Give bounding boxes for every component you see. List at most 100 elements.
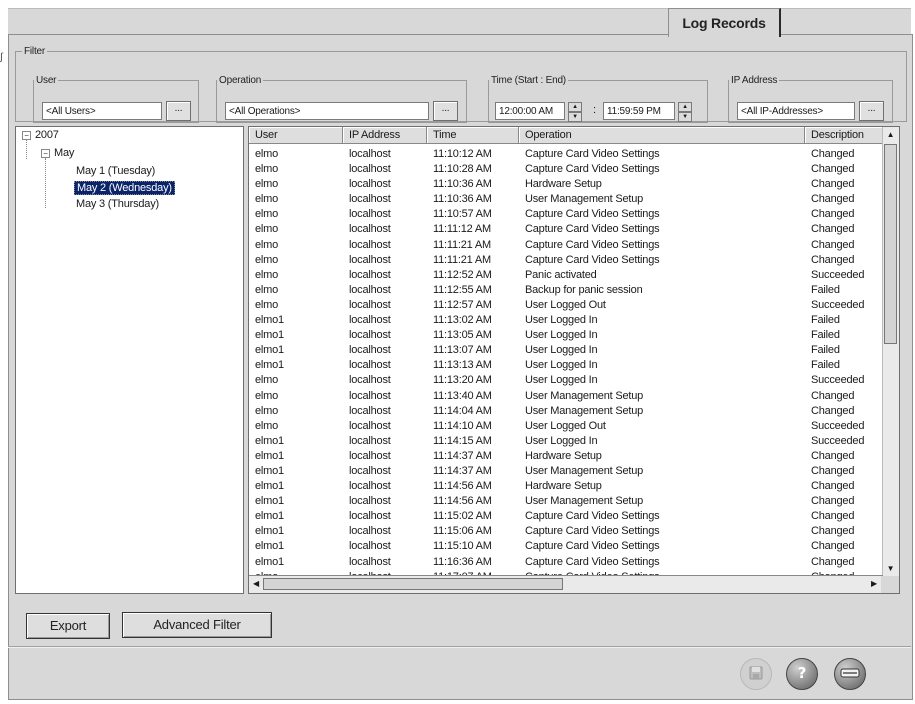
cell-operation: User Logged Out <box>525 419 606 432</box>
cell-user: elmo <box>255 389 279 402</box>
table-row[interactable]: elmo1 localhost 11:14:37 AM User Management… <box>249 464 881 479</box>
table-row[interactable]: elmo localhost 11:14:04 AM User Management … <box>249 404 881 419</box>
cell-description: Changed <box>811 510 855 523</box>
column-header-operation[interactable]: Operation <box>519 127 805 144</box>
cell-ip: localhost <box>349 510 391 523</box>
horizontal-scroll-thumb[interactable] <box>263 578 563 590</box>
ip-browse-button[interactable]: ... <box>859 101 884 121</box>
table-row[interactable]: elmo1 localhost 11:14:56 AM Hardware Setup C… <box>249 479 881 494</box>
table-row[interactable]: elmo localhost 11:12:55 AM Backup for panic… <box>249 283 881 298</box>
table-row[interactable]: elmo1 localhost 11:14:37 AM Hardware Setup C… <box>249 449 881 464</box>
table-row[interactable]: elmo localhost 11:10:28 AM Capture Card Vid… <box>249 162 881 177</box>
tree-node-day-selected[interactable]: May 2 (Wednesday) <box>74 181 175 195</box>
ip-combo[interactable]: <All IP-Addresses> <box>737 102 855 120</box>
table-row[interactable]: elmo localhost 11:10:57 AM Capture Card Vid… <box>249 207 881 222</box>
table-row[interactable]: elmo1 localhost 11:15:02 AM Capture Card Vi… <box>249 509 881 524</box>
table-row[interactable]: elmo1 localhost 11:14:15 AM User Logged In S… <box>249 434 881 449</box>
operation-combo[interactable]: <All Operations> <box>225 102 429 120</box>
cell-operation: Backup for panic session <box>525 283 643 296</box>
ip-filter: IP Address <All IP-Addresses> ... <box>728 75 893 123</box>
table-row[interactable]: elmo localhost 11:10:36 AM User Management … <box>249 192 881 207</box>
scroll-up-icon[interactable]: ▲ <box>884 127 897 143</box>
help-button[interactable]: ? <box>786 658 818 690</box>
cell-operation: Capture Card Video Settings <box>525 555 660 568</box>
cell-description: Changed <box>811 208 855 221</box>
cell-ip: localhost <box>349 193 391 206</box>
user-combo[interactable]: <All Users> <box>42 102 162 120</box>
horizontal-scrollbar[interactable]: ◀ ▶ <box>249 575 883 593</box>
column-header-ip[interactable]: IP Address <box>343 127 427 144</box>
tab-log-records[interactable]: Log Records <box>668 8 781 37</box>
start-time-spinner[interactable]: ▲ ▼ <box>568 102 582 122</box>
cell-time: 11:15:06 AM <box>433 525 492 538</box>
cell-user: elmo <box>255 419 279 432</box>
spin-up-icon[interactable]: ▲ <box>678 102 692 112</box>
table-row[interactable]: elmo1 localhost 11:15:06 AM Capture Card Vi… <box>249 524 881 539</box>
operation-browse-button[interactable]: ... <box>433 101 458 121</box>
spin-down-icon[interactable]: ▼ <box>568 112 582 122</box>
cell-operation: Capture Card Video Settings <box>525 253 660 266</box>
cell-user: elmo <box>255 148 279 160</box>
table-row[interactable]: elmo1 localhost 11:13:13 AM User Logged In F… <box>249 358 881 373</box>
cell-operation: User Logged In <box>525 344 598 357</box>
table-row[interactable]: elmo localhost 11:12:52 AM Panic activated S… <box>249 268 881 283</box>
table-row[interactable]: elmo localhost 11:12:57 AM User Logged Out S… <box>249 298 881 313</box>
table-row[interactable]: elmo localhost 11:13:20 AM User Logged In Su… <box>249 373 881 388</box>
table-row[interactable]: elmo localhost 11:11:21 AM Capture Card Vid… <box>249 253 881 268</box>
collapse-icon[interactable]: − <box>22 130 31 140</box>
end-time-spinner[interactable]: ▲ ▼ <box>678 102 692 122</box>
export-button[interactable]: Export <box>26 613 110 639</box>
cell-user: elmo <box>255 208 279 221</box>
cell-description: Changed <box>811 404 855 417</box>
table-row[interactable]: elmo1 localhost 11:15:10 AM Capture Card Vi… <box>249 539 881 554</box>
cell-time: 11:12:55 AM <box>433 283 492 296</box>
table-row[interactable]: elmo1 localhost 11:13:05 AM User Logged In F… <box>249 328 881 343</box>
spin-down-icon[interactable]: ▼ <box>678 112 692 122</box>
vertical-scroll-thumb[interactable] <box>884 144 897 344</box>
end-time-field[interactable]: 11:59:59 PM <box>603 102 675 120</box>
column-header-time[interactable]: Time <box>427 127 519 144</box>
collapse-icon[interactable]: − <box>41 148 50 158</box>
scroll-down-icon[interactable]: ▼ <box>884 561 897 577</box>
table-row[interactable]: elmo1 localhost 11:13:02 AM User Logged In F… <box>249 313 881 328</box>
log-records-grid: User IP Address Time Operation Descripti… <box>248 126 900 594</box>
cell-description: Changed <box>811 148 855 160</box>
user-browse-button[interactable]: ... <box>166 101 191 121</box>
table-row[interactable]: elmo1 localhost 11:16:36 AM Capture Card Vi… <box>249 555 881 570</box>
table-row[interactable]: elmo localhost 11:11:12 AM Capture Card Vid… <box>249 222 881 237</box>
column-header-user[interactable]: User <box>249 127 343 144</box>
scroll-right-icon[interactable]: ▶ <box>867 577 881 591</box>
tree-node-month[interactable]: − May <box>41 147 74 159</box>
table-row[interactable]: elmo localhost 11:10:12 AM Capture Card Vid… <box>249 147 881 162</box>
table-row[interactable]: elmo localhost 11:13:40 AM User Management … <box>249 389 881 404</box>
exit-button[interactable] <box>834 658 866 690</box>
table-row[interactable]: elmo localhost 11:11:21 AM Capture Card Vid… <box>249 238 881 253</box>
cell-ip: localhost <box>349 283 391 296</box>
save-button[interactable] <box>740 658 772 690</box>
vertical-scrollbar[interactable]: ▲ ▼ <box>882 127 899 577</box>
tree-node-day[interactable]: May 1 (Tuesday) <box>76 165 155 177</box>
table-row[interactable]: elmo1 localhost 11:14:56 AM User Management… <box>249 494 881 509</box>
table-row[interactable]: elmo localhost 11:10:36 AM Hardware Setup Ch… <box>249 177 881 192</box>
tree-node-year[interactable]: − 2007 <box>22 129 59 141</box>
cell-operation: User Logged In <box>525 329 598 342</box>
cell-operation: User Management Setup <box>525 464 644 477</box>
start-time-field[interactable]: 12:00:00 AM <box>495 102 565 120</box>
cell-time: 11:14:56 AM <box>433 480 492 493</box>
cell-ip: localhost <box>349 178 391 191</box>
cell-operation: Capture Card Video Settings <box>525 208 660 221</box>
column-header-description[interactable]: Description <box>805 127 885 144</box>
advanced-filter-button[interactable]: Advanced Filter <box>122 612 272 638</box>
table-row[interactable]: elmo1 localhost 11:13:07 AM User Logged In F… <box>249 343 881 358</box>
tree-node-day[interactable]: May 3 (Thursday) <box>76 198 159 210</box>
cell-ip: localhost <box>349 268 391 281</box>
date-tree: − 2007 − May May 1 (Tuesday) May 2 (Wedn… <box>15 126 244 594</box>
cell-operation: Hardware Setup <box>525 178 602 191</box>
cell-ip: localhost <box>349 344 391 357</box>
scroll-left-icon[interactable]: ◀ <box>249 577 263 591</box>
table-row[interactable]: elmo localhost 11:14:10 AM User Logged Out S… <box>249 419 881 434</box>
edge-glyph: ∫ <box>0 52 3 63</box>
cell-operation: Hardware Setup <box>525 480 602 493</box>
cell-time: 11:15:02 AM <box>433 510 492 523</box>
spin-up-icon[interactable]: ▲ <box>568 102 582 112</box>
